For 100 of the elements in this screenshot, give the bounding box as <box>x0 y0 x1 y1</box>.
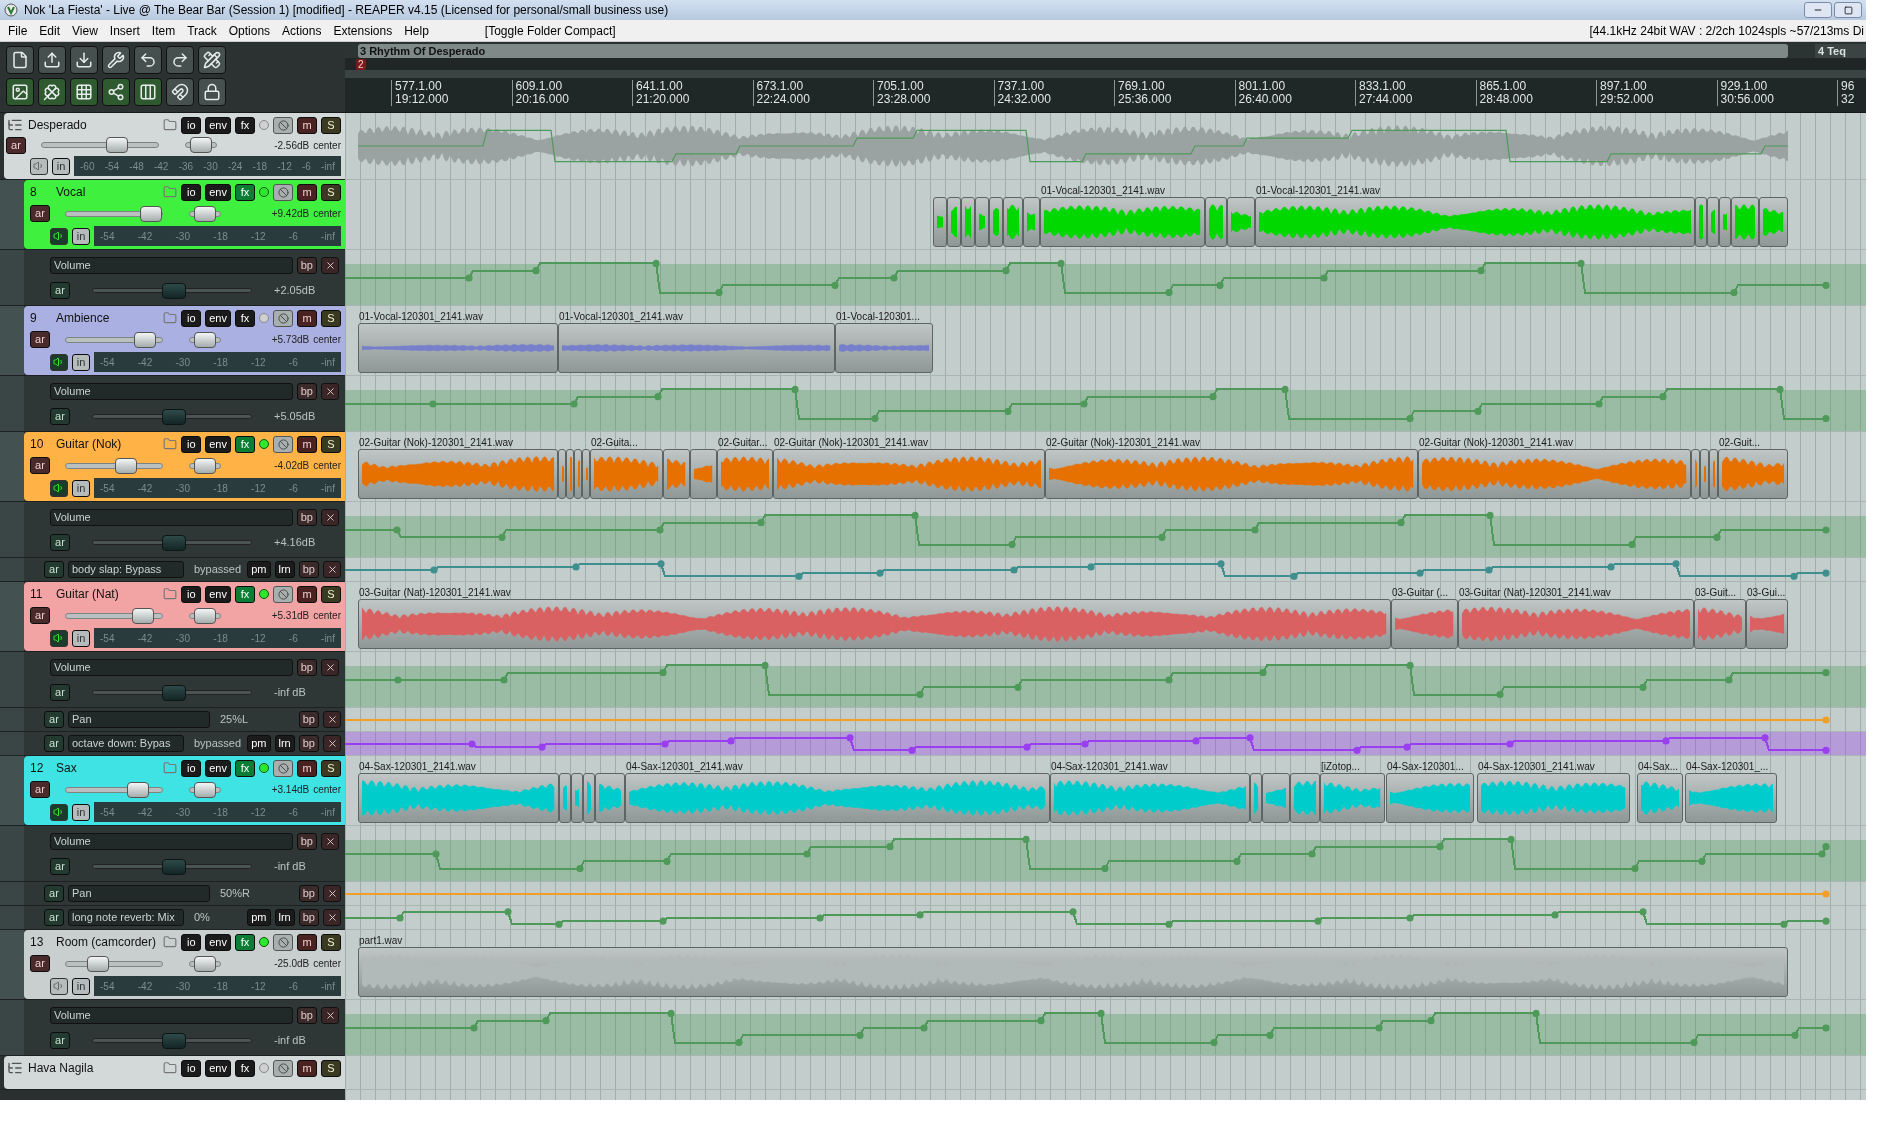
io-button[interactable]: io <box>181 585 202 603</box>
record-arm-button[interactable]: ar <box>30 781 50 798</box>
io-button[interactable]: io <box>181 116 202 134</box>
solo-button[interactable]: S <box>321 759 341 777</box>
mute-button[interactable]: m <box>297 585 317 603</box>
track-name[interactable]: Guitar (Nok) <box>56 435 160 453</box>
track-name[interactable]: Vocal <box>56 183 160 201</box>
input-button[interactable]: in <box>72 629 90 647</box>
fx-button[interactable]: fx <box>235 933 255 951</box>
track-name[interactable]: Hava Nagila <box>28 1059 160 1077</box>
mute-button[interactable]: m <box>297 183 317 201</box>
track-name[interactable]: Room (camcorder) <box>56 933 160 951</box>
io-button[interactable]: io <box>181 1059 202 1077</box>
arm-button[interactable]: ar <box>50 533 70 551</box>
region-bar[interactable]: 3 Rhythm Of Desperado <box>358 44 1788 58</box>
parameter-modulation-button[interactable]: pm <box>247 561 271 578</box>
arm-button[interactable]: ar <box>44 885 64 902</box>
bypass-button[interactable]: bp <box>298 885 319 902</box>
envelope-name[interactable]: Volume <box>50 1006 293 1024</box>
io-button[interactable]: io <box>181 309 202 327</box>
track-name[interactable]: Guitar (Nat) <box>56 585 160 603</box>
menu-item[interactable]: Edit <box>33 21 67 40</box>
track-header[interactable]: 12 Sax io env fx m S ar +3.14dB center in -54 -42 -30 -18 -12 -6 -inf <box>24 756 345 825</box>
record-arm-button[interactable]: ar <box>6 136 26 154</box>
arm-button[interactable]: ar <box>50 683 70 701</box>
track-name[interactable]: Ambience <box>56 309 160 327</box>
menu-item[interactable]: File <box>2 21 34 40</box>
arm-button[interactable]: ar <box>50 857 70 875</box>
bypass-button[interactable]: bp <box>298 735 319 752</box>
menu-item[interactable]: Options <box>222 21 277 40</box>
bypass-button[interactable]: bp <box>296 658 317 676</box>
fx-button[interactable]: fx <box>235 435 255 453</box>
input-button[interactable]: in <box>72 227 90 245</box>
envelope-name[interactable]: Pan <box>68 711 210 728</box>
arm-button[interactable]: ar <box>44 909 64 926</box>
arm-button[interactable]: ar <box>50 281 70 299</box>
envelope-button[interactable]: env <box>205 585 231 603</box>
track-header[interactable]: 13 Room (camcorder) io env fx m S ar -25.0dB center in -54 -42 -30 -18 -12 -6 -inf <box>24 930 345 999</box>
learn-button[interactable]: lrn <box>274 735 295 752</box>
track-header[interactable]: 11 Guitar (Nat) io env fx m S ar +5.31dB center in -54 -42 -30 -18 -12 -6 -inf <box>24 582 345 651</box>
menu-item[interactable]: Help <box>398 21 435 40</box>
arm-button[interactable]: ar <box>50 407 70 425</box>
bypass-button[interactable]: bp <box>296 832 317 850</box>
mute-button[interactable]: m <box>297 759 317 777</box>
region-bar[interactable]: 4 Teq <box>1815 44 1866 58</box>
fx-button[interactable]: fx <box>235 1059 255 1077</box>
bypass-button[interactable]: bp <box>296 1006 317 1024</box>
track-header[interactable]: 10 Guitar (Nok) io env fx m S ar -4.02dB center in -54 -42 -30 -18 -12 -6 -inf <box>24 432 345 501</box>
bypass-button[interactable]: bp <box>298 561 319 578</box>
parameter-modulation-button[interactable]: pm <box>247 909 271 926</box>
track-header[interactable]: 8 Vocal io env fx m S ar +9.42dB center in -54 -42 -30 -18 -12 -6 -inf <box>24 180 345 249</box>
io-button[interactable]: io <box>181 183 202 201</box>
fx-button[interactable]: fx <box>235 183 255 201</box>
bypass-button[interactable]: bp <box>298 711 319 728</box>
learn-button[interactable]: lrn <box>274 909 295 926</box>
fx-button[interactable]: fx <box>235 309 255 327</box>
input-button[interactable]: in <box>72 479 90 497</box>
io-button[interactable]: io <box>181 435 202 453</box>
track-header[interactable]: 9 Ambience io env fx m S ar +5.73dB center in -54 -42 -30 -18 -12 -6 -inf <box>24 306 345 375</box>
solo-button[interactable]: S <box>321 435 341 453</box>
mute-button[interactable]: m <box>297 1059 317 1077</box>
record-arm-button[interactable]: ar <box>30 205 50 222</box>
fx-button[interactable]: fx <box>235 116 255 134</box>
envelope-name[interactable]: Pan <box>68 885 210 902</box>
record-arm-button[interactable]: ar <box>30 457 50 474</box>
arm-button[interactable]: ar <box>44 735 64 752</box>
menu-item[interactable]: Item <box>145 21 182 40</box>
input-button[interactable]: in <box>52 157 70 175</box>
mute-button[interactable]: m <box>297 435 317 453</box>
track-header[interactable]: Hava Nagila io env fx m S <box>4 1056 345 1089</box>
menu-item[interactable]: View <box>66 21 104 40</box>
record-arm-button[interactable]: ar <box>30 955 50 972</box>
arm-button[interactable]: ar <box>44 711 64 728</box>
envelope-name[interactable]: Volume <box>50 508 293 526</box>
envelope-button[interactable]: env <box>205 759 231 777</box>
envelope-button[interactable]: env <box>205 309 231 327</box>
bypass-button[interactable]: bp <box>296 256 317 274</box>
record-arm-button[interactable]: ar <box>30 607 50 624</box>
envelope-name[interactable]: octave down: Bypas <box>68 735 184 752</box>
envelope-button[interactable]: env <box>205 1059 231 1077</box>
solo-button[interactable]: S <box>321 183 341 201</box>
envelope-name[interactable]: Volume <box>50 658 293 676</box>
input-button[interactable]: in <box>72 977 90 995</box>
fx-button[interactable]: fx <box>235 759 255 777</box>
envelope-button[interactable]: env <box>205 933 231 951</box>
input-button[interactable]: in <box>72 803 90 821</box>
mute-button[interactable]: m <box>297 116 317 134</box>
io-button[interactable]: io <box>181 933 202 951</box>
mute-button[interactable]: m <box>297 309 317 327</box>
envelope-button[interactable]: env <box>205 183 231 201</box>
menu-item[interactable]: Extensions <box>327 21 399 40</box>
menu-item[interactable]: Actions <box>276 21 328 40</box>
bypass-button[interactable]: bp <box>296 382 317 400</box>
marker-flag[interactable]: 2 <box>356 59 366 70</box>
record-arm-button[interactable]: ar <box>30 331 50 348</box>
parameter-modulation-button[interactable]: pm <box>247 735 271 752</box>
toggle-folder-compact[interactable]: [Toggle Folder Compact] <box>484 21 616 40</box>
bypass-button[interactable]: bp <box>298 909 319 926</box>
envelope-name[interactable]: Volume <box>50 256 293 274</box>
learn-button[interactable]: lrn <box>274 561 295 578</box>
